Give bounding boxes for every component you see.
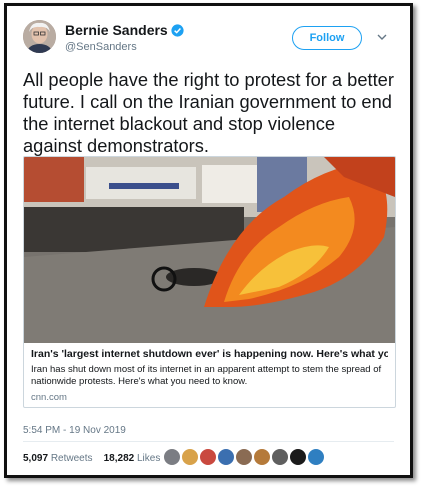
liker-avatar[interactable] (307, 448, 325, 466)
tweet-timestamp[interactable]: 5:54 PM - 19 Nov 2019 (23, 425, 126, 436)
tweet-text: All people have the right to protest for… (23, 69, 394, 156)
liker-avatar[interactable] (271, 448, 289, 466)
card-image[interactable] (24, 157, 395, 343)
chevron-down-icon[interactable] (374, 29, 390, 45)
avatar[interactable] (23, 20, 56, 53)
tweet-header: Bernie Sanders @SenSanders Follow (23, 20, 394, 60)
liker-avatar[interactable] (235, 448, 253, 466)
author-name[interactable]: Bernie Sanders (65, 22, 168, 38)
retweets-label[interactable]: Retweets (51, 453, 93, 464)
card-domain: cnn.com (31, 392, 67, 403)
liker-avatar[interactable] (253, 448, 271, 466)
liker-avatar[interactable] (289, 448, 307, 466)
verified-badge-icon (171, 24, 184, 37)
card-description: Iran has shut down most of its internet … (31, 364, 382, 387)
card-title[interactable]: Iran's 'largest internet shutdown ever' … (31, 348, 388, 360)
liker-avatar[interactable] (217, 448, 235, 466)
liker-avatar[interactable] (163, 448, 181, 466)
retweets-count[interactable]: 5,097 (23, 453, 48, 464)
tweet-frame: Bernie Sanders @SenSanders Follow All pe… (4, 3, 413, 478)
liker-avatar[interactable] (199, 448, 217, 466)
link-card[interactable]: Iran's 'largest internet shutdown ever' … (23, 156, 396, 408)
likes-count[interactable]: 18,282 (104, 453, 135, 464)
avatar-image (23, 20, 56, 53)
divider (23, 441, 394, 442)
author-handle[interactable]: @SenSanders (65, 41, 137, 53)
follow-button[interactable]: Follow (292, 26, 362, 50)
author-name-row[interactable]: Bernie Sanders (65, 22, 184, 38)
liker-avatar[interactable] (181, 448, 199, 466)
engagement-stats: 5,097 Retweets 18,282 Likes (23, 453, 160, 464)
likes-label[interactable]: Likes (137, 453, 160, 464)
